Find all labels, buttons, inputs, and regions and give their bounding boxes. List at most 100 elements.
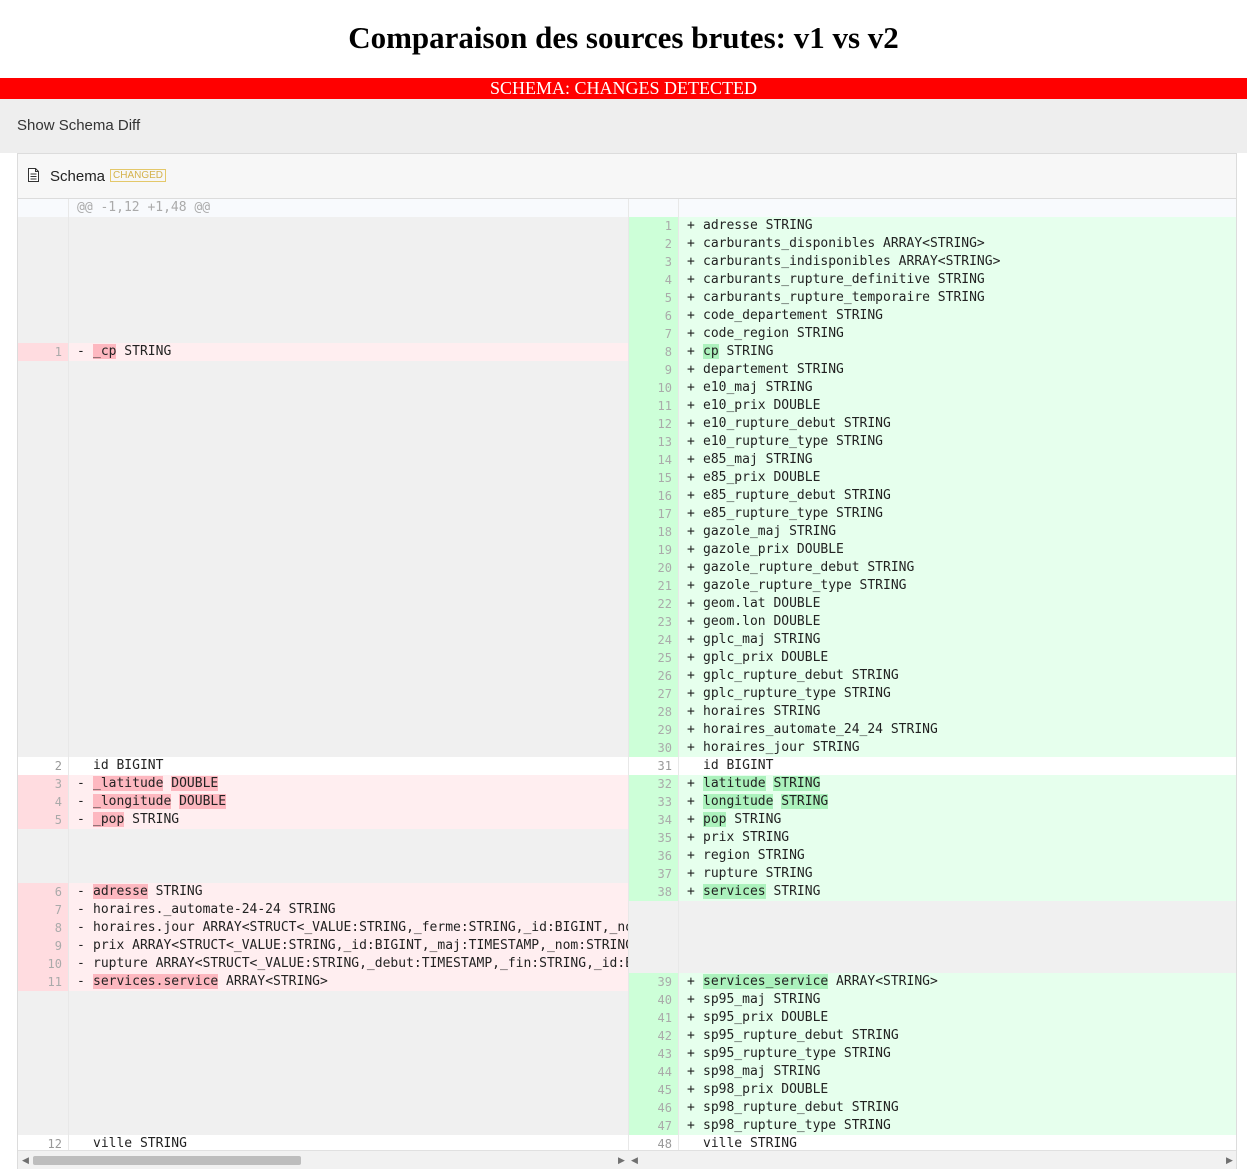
- line-code: sp95_prix DOUBLE: [703, 1009, 828, 1027]
- horizontal-scrollbar[interactable]: ◀ ▶ ◀ ▶: [18, 1150, 1236, 1169]
- line-number: 10: [628, 379, 679, 397]
- added-line: 12 + e10_rupture_debut STRING: [628, 415, 1236, 433]
- line-code: rupture ARRAY<STRUCT<_VALUE:STRING,_debu…: [93, 955, 628, 973]
- line-number: [18, 1027, 69, 1045]
- plus-sign: +: [687, 524, 695, 539]
- line-number: [18, 559, 69, 577]
- added-line: 21 + gazole_rupture_type STRING: [628, 577, 1236, 595]
- code-token: sp98_rupture_type STRING: [703, 1118, 891, 1133]
- code-token: id BIGINT: [93, 758, 164, 773]
- line-number: 7: [18, 901, 69, 919]
- added-line: 35 + prix STRING: [628, 829, 1236, 847]
- changed-token: longitude: [703, 794, 774, 809]
- empty-line: [18, 451, 628, 469]
- line-code: _longitude DOUBLE: [93, 793, 227, 811]
- line-code: horaires STRING: [703, 703, 820, 721]
- line-code: services.service ARRAY<STRING>: [93, 973, 328, 991]
- empty-line: [18, 577, 628, 595]
- line-number: [18, 289, 69, 307]
- line-number: 14: [628, 451, 679, 469]
- code-token: horaires.jour ARRAY<STRUCT<_VALUE:STRING…: [93, 920, 628, 935]
- line-code: region STRING: [703, 847, 805, 865]
- line-code: services STRING: [703, 883, 820, 901]
- line-code: code_region STRING: [703, 325, 844, 343]
- line-number: [18, 1009, 69, 1027]
- plus-sign: +: [687, 650, 695, 665]
- line-number: 10: [18, 955, 69, 973]
- line-number: 5: [18, 811, 69, 829]
- line-number: [18, 1045, 69, 1063]
- added-line: 46 + sp98_rupture_debut STRING: [628, 1099, 1236, 1117]
- plus-sign: +: [687, 380, 695, 395]
- line-number: 44: [628, 1063, 679, 1081]
- code-token: code_departement STRING: [703, 308, 884, 323]
- plus-sign: +: [687, 452, 695, 467]
- line-code: e10_rupture_debut STRING: [703, 415, 891, 433]
- line-number: 19: [628, 541, 679, 559]
- empty-line: [628, 937, 1236, 955]
- added-line: 8 + cp STRING: [628, 343, 1236, 361]
- minus-sign: -: [77, 920, 85, 935]
- empty-line: [18, 1099, 628, 1117]
- code-token: rupture ARRAY<STRUCT<_VALUE:STRING,_debu…: [93, 956, 628, 971]
- code-token: STRING: [765, 884, 821, 899]
- changed-token: services.service: [93, 974, 219, 989]
- line-code: horaires.jour ARRAY<STRUCT<_VALUE:STRING…: [93, 919, 628, 937]
- plus-sign: +: [687, 1064, 695, 1079]
- added-line: 29 + horaires_automate_24_24 STRING: [628, 721, 1236, 739]
- added-line: 43 + sp95_rupture_type STRING: [628, 1045, 1236, 1063]
- plus-sign: +: [687, 398, 695, 413]
- changed-token: cp: [703, 344, 719, 359]
- line-code: prix STRING: [703, 829, 789, 847]
- plus-sign: +: [687, 830, 695, 845]
- deleted-line: 10- rupture ARRAY<STRUCT<_VALUE:STRING,_d…: [18, 955, 628, 973]
- line-number: 45: [628, 1081, 679, 1099]
- code-token: gazole_rupture_debut STRING: [703, 560, 915, 575]
- minus-sign: -: [77, 344, 85, 359]
- deleted-line: 3- _latitude DOUBLE: [18, 775, 628, 793]
- scroll-left-arrow-icon[interactable]: ◀: [631, 1153, 638, 1167]
- line-number: 2: [628, 235, 679, 253]
- scroll-right-arrow-icon[interactable]: ▶: [618, 1153, 625, 1167]
- line-number: 40: [628, 991, 679, 1009]
- added-line: 14 + e85_maj STRING: [628, 451, 1236, 469]
- code-token: gplc_rupture_type STRING: [703, 686, 891, 701]
- minus-sign: -: [77, 812, 85, 827]
- scroll-left-arrow-icon[interactable]: ◀: [22, 1153, 29, 1167]
- line-number: 11: [18, 973, 69, 991]
- deleted-line: 7- horaires._automate-24-24 STRING: [18, 901, 628, 919]
- changed-token: _pop: [93, 812, 125, 827]
- plus-sign: +: [687, 1046, 695, 1061]
- plus-sign: +: [687, 542, 695, 557]
- scrollbar-thumb-left[interactable]: [33, 1156, 301, 1165]
- empty-line: [18, 361, 628, 379]
- line-code: horaires_automate_24_24 STRING: [703, 721, 938, 739]
- empty-line: [18, 847, 628, 865]
- line-code: gazole_prix DOUBLE: [703, 541, 844, 559]
- plus-sign: +: [687, 632, 695, 647]
- line-number: 2: [18, 757, 69, 775]
- code-token: adresse STRING: [703, 218, 813, 233]
- line-number: 46: [628, 1099, 679, 1117]
- added-line: 3 + carburants_indisponibles ARRAY<STRING>: [628, 253, 1236, 271]
- minus-sign: -: [77, 902, 85, 917]
- scroll-right-arrow-icon[interactable]: ▶: [1226, 1153, 1233, 1167]
- line-number: 43: [628, 1045, 679, 1063]
- added-line: 39 + services_service ARRAY<STRING>: [628, 973, 1236, 991]
- line-number: [18, 397, 69, 415]
- line-number: [18, 847, 69, 865]
- line-number: 11: [628, 397, 679, 415]
- added-line: 16 + e85_rupture_debut STRING: [628, 487, 1236, 505]
- added-line: 28 + horaires STRING: [628, 703, 1236, 721]
- plus-sign: +: [687, 218, 695, 233]
- empty-line: [18, 415, 628, 433]
- code-token: STRING: [116, 344, 172, 359]
- code-token: horaires STRING: [703, 704, 821, 719]
- code-token: ARRAY<STRING>: [218, 974, 328, 989]
- line-number: 39: [628, 973, 679, 991]
- show-schema-diff-toggle[interactable]: Show Schema Diff: [17, 117, 140, 134]
- changed-token: pop: [703, 812, 727, 827]
- line-number: [18, 829, 69, 847]
- line-number: [628, 919, 679, 937]
